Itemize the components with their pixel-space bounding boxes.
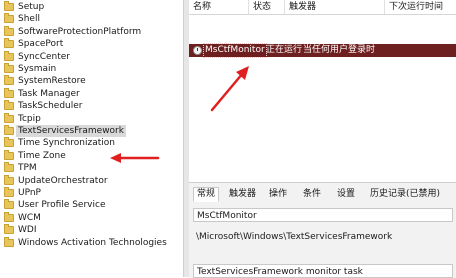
tree-item-label: TPM: [18, 163, 37, 174]
tree-item-label: WDI: [18, 225, 37, 236]
task-row[interactable]: MsCtfMonitor 正在运行 当任何用户登录时: [189, 43, 456, 58]
tree-item[interactable]: Windows Activation Technologies: [0, 236, 183, 249]
folder-icon: [4, 137, 14, 148]
tree-item[interactable]: Tcpip: [0, 112, 183, 125]
tree-item[interactable]: Shell: [0, 13, 183, 25]
tree-item[interactable]: TextServicesFramework: [0, 125, 183, 137]
tree-item-label: Time Zone: [18, 150, 66, 161]
folder-icon: [4, 75, 14, 86]
folder-icon: [4, 50, 14, 61]
folder-icon: [4, 236, 14, 247]
folder-icon: [4, 38, 14, 49]
folder-icon: [4, 149, 14, 160]
tab-conditions[interactable]: 条件: [299, 187, 325, 202]
tree-item-label: Time Synchronization: [18, 138, 115, 149]
folder-icon: [4, 100, 14, 111]
task-pane: 名称 状态 触发器 下次运行时间 MsCtfMonitor 正在运行 当任何用户…: [189, 0, 456, 278]
tree-item-label: Setup: [18, 2, 45, 12]
tree-item[interactable]: Sysmain: [0, 63, 183, 75]
tree-item[interactable]: Time Zone: [0, 149, 183, 162]
tab-history[interactable]: 历史记录(已禁用): [366, 187, 444, 202]
tree-item-label: UPnP: [18, 188, 41, 198]
column-status[interactable]: 状态: [249, 0, 285, 14]
tree-item-label: Windows Activation Technologies: [18, 237, 167, 248]
tree-item-label: Sysmain: [18, 64, 57, 74]
tree-item[interactable]: SyncCenter: [0, 50, 183, 63]
tree-item[interactable]: Time Synchronization: [0, 137, 183, 149]
tree-item-label: User Profile Service: [18, 200, 106, 211]
task-description-field[interactable]: TextServicesFramework monitor task: [193, 264, 453, 278]
column-trigger[interactable]: 触发器: [285, 0, 385, 14]
tree-item-label: TaskScheduler: [18, 101, 83, 112]
folder-icon: [4, 199, 14, 210]
tree-item[interactable]: UPnP: [0, 187, 183, 199]
tree-item-label: SyncCenter: [18, 51, 70, 62]
tree-item-label: SystemRestore: [18, 76, 86, 87]
task-trigger: 当任何用户登录时: [303, 45, 376, 55]
tree-item[interactable]: Task Manager: [0, 87, 183, 100]
tab-triggers[interactable]: 触发器: [225, 187, 260, 202]
folder-icon: [4, 224, 14, 235]
tree-item-label: WCM: [18, 212, 41, 223]
folder-icon: [4, 63, 14, 73]
tree-item-label: Tcpip: [18, 113, 41, 124]
folder-icon: [4, 187, 14, 197]
folder-icon: [4, 1, 14, 11]
tree-item[interactable]: Setup: [0, 1, 183, 13]
tab-settings[interactable]: 设置: [333, 187, 359, 202]
task-icon: [193, 46, 202, 55]
folder-icon: [4, 25, 14, 36]
folder-icon: [4, 87, 14, 98]
tree-item[interactable]: TaskScheduler: [0, 100, 183, 112]
tab-actions[interactable]: 操作: [265, 187, 291, 202]
tree-item-label: Shell: [18, 14, 40, 25]
tree-item-label: SoftwareProtectionPlatform: [18, 26, 142, 37]
task-list-header: 名称 状态 触发器 下次运行时间: [189, 0, 456, 15]
task-details-pane: 常规 触发器 操作 条件 设置 历史记录(已禁用) MsCtfMonitor \…: [189, 182, 456, 278]
tree-item[interactable]: SystemRestore: [0, 75, 183, 87]
task-name-field[interactable]: MsCtfMonitor: [193, 208, 453, 222]
tree-item-label: TextServicesFramework: [16, 125, 126, 137]
tree-item[interactable]: UpdateOrchestrator: [0, 174, 183, 187]
task-library-tree[interactable]: Setup Shell SoftwareProtectionPlatform Spac…: [0, 0, 183, 277]
column-name[interactable]: 名称: [189, 0, 249, 14]
folder-icon: [4, 112, 14, 123]
task-status: 正在运行: [266, 45, 303, 55]
tree-item-label: SpacePort: [18, 39, 64, 50]
tree-item-label: UpdateOrchestrator: [18, 175, 108, 186]
folder-icon: [4, 125, 14, 135]
tree-item[interactable]: WCM: [0, 211, 183, 224]
tree-item[interactable]: WDI: [0, 224, 183, 236]
tree-item[interactable]: TPM: [0, 162, 183, 174]
tree-item-label: Task Manager: [18, 88, 80, 99]
tab-general[interactable]: 常规: [193, 187, 220, 202]
tree-item[interactable]: SpacePort: [0, 38, 183, 50]
tree-item[interactable]: User Profile Service: [0, 199, 183, 211]
task-location-field: \Microsoft\Windows\TextServicesFramework: [196, 232, 393, 242]
folder-icon: [4, 174, 14, 185]
column-next-run[interactable]: 下次运行时间: [385, 0, 456, 14]
tree-item[interactable]: SoftwareProtectionPlatform: [0, 25, 183, 38]
task-name: MsCtfMonitor: [203, 43, 267, 58]
folder-icon: [4, 162, 14, 173]
folder-icon: [4, 211, 14, 222]
folder-icon: [4, 13, 14, 24]
